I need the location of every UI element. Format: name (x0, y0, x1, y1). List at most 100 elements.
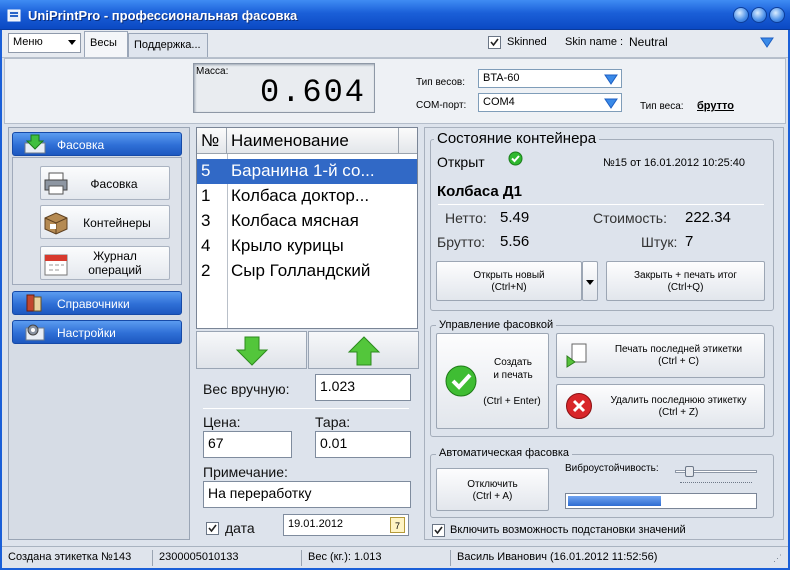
scale-type-value: BTA-60 (483, 72, 520, 84)
minimize-button[interactable] (733, 7, 749, 23)
settings-icon (25, 324, 45, 341)
skinned-checkbox[interactable] (488, 36, 501, 49)
manual-weight-input[interactable]: 1.023 (315, 374, 411, 401)
date-picker[interactable]: 19.01.2012 7 (283, 514, 409, 536)
slider-ticks (680, 482, 752, 485)
move-up-button[interactable] (308, 331, 419, 369)
button-label: Печать последней этикетки (614, 344, 743, 355)
create-print-button[interactable]: Создать и печать (Ctrl + Enter) (436, 333, 549, 429)
scale-type-select[interactable]: BTA-60 (478, 69, 622, 88)
ok-icon (445, 365, 477, 397)
sidebar-group-packing[interactable]: Фасовка (12, 132, 182, 156)
app-icon (7, 9, 21, 22)
menu-dropdown[interactable]: Меню (8, 33, 81, 53)
status-weight: Вес (кг.): 1.013 (308, 551, 382, 563)
calendar-icon[interactable]: 7 (390, 517, 405, 533)
enable-substitution-label: Включить возможность подстановки значени… (450, 524, 686, 536)
date-label: дата (225, 520, 255, 536)
button-label: и печать (493, 370, 533, 381)
window-title: UniPrintPro - профессиональная фасовка (28, 8, 298, 23)
arrow-down-icon (235, 336, 269, 366)
menu-label: Меню (13, 36, 43, 48)
label-print-icon (566, 343, 587, 368)
note-label: Примечание: (203, 464, 288, 480)
table-row[interactable]: 5 Баранина 1-й со... (197, 159, 417, 184)
sidebar-item-packing[interactable]: Фасовка (40, 166, 170, 200)
print-last-label-button[interactable]: Печать последней этикетки (Ctrl + C) (556, 333, 765, 378)
button-shortcut: (Ctrl + Enter) (483, 396, 541, 407)
com-port-select[interactable]: COM4 (478, 93, 622, 112)
weight-type-link[interactable]: брутто (697, 100, 734, 112)
vibration-label: Виброустойчивость: (565, 463, 659, 474)
status-barcode: 2300005010133 (159, 551, 239, 563)
delete-last-label-button[interactable]: Удалить последнюю этикетку (Ctrl + Z) (556, 384, 765, 429)
column-header-spacer (399, 128, 417, 154)
calendar-icon-day: 7 (394, 521, 400, 531)
row-number: 5 (201, 161, 211, 180)
container-number-info: №15 от 16.01.2012 10:25:40 (603, 157, 745, 169)
table-row[interactable]: 3 Колбаса мясная (197, 209, 417, 234)
sidebar-group-references[interactable]: Справочники (12, 291, 182, 315)
check-icon (208, 524, 217, 533)
vibration-slider[interactable] (675, 466, 757, 477)
table-row[interactable]: 1 Колбаса доктор... (197, 184, 417, 209)
sidebar-item-label: операций (88, 263, 142, 277)
row-number: 4 (201, 236, 211, 255)
sidebar-item-journal[interactable]: Журнал операций (40, 246, 170, 280)
gross-value: 5.56 (500, 233, 530, 250)
row-name: Колбаса доктор... (231, 186, 370, 205)
status-divider (152, 550, 153, 566)
sidebar-item-containers[interactable]: Контейнеры (40, 205, 170, 239)
button-label: Удалить последнюю этикетку (610, 395, 747, 406)
cost-label: Стоимость: (593, 210, 667, 226)
button-label: Создать (493, 357, 532, 368)
column-header-name[interactable]: Наименование (227, 128, 399, 154)
table-row[interactable]: 2 Сыр Голландский (197, 259, 417, 284)
books-icon (26, 294, 42, 312)
row-number: 3 (201, 211, 211, 230)
button-shortcut: (Ctrl + C) (658, 356, 699, 367)
date-checkbox[interactable] (206, 522, 219, 535)
row-name: Колбаса мясная (231, 211, 359, 230)
table-row[interactable]: 4 Крыло курицы (197, 234, 417, 259)
check-icon (434, 526, 443, 535)
manual-weight-label: Вес вручную: (203, 381, 290, 397)
price-input[interactable]: 67 (203, 431, 292, 458)
com-port-label: COM-порт: (416, 100, 467, 111)
close-button[interactable] (769, 7, 785, 23)
maximize-button[interactable] (751, 7, 767, 23)
container-status-title: Состояние контейнера (434, 130, 600, 147)
scale-panel (4, 58, 786, 124)
open-new-button[interactable]: Открыть новый (Ctrl+N) (436, 261, 582, 301)
resize-grip-icon[interactable]: ⋰ (773, 553, 782, 564)
printer-icon (44, 172, 68, 195)
enable-substitution-checkbox[interactable] (432, 524, 445, 537)
move-down-button[interactable] (196, 331, 307, 369)
count-value: 7 (685, 233, 694, 250)
skin-name-value: Neutral (629, 35, 668, 49)
status-bar: Создана этикетка №143 2300005010133 Вес … (2, 546, 788, 568)
cost-value: 222.34 (685, 209, 731, 226)
count-label: Штук: (641, 234, 678, 250)
tab-scales[interactable]: Весы (84, 31, 128, 57)
tab-support[interactable]: Поддержка... (128, 33, 208, 57)
close-print-button[interactable]: Закрыть + печать итог (Ctrl+Q) (606, 261, 765, 301)
row-number: 2 (201, 261, 211, 280)
sidebar-group-settings[interactable]: Настройки (12, 320, 182, 344)
disable-auto-button[interactable]: Отключить (Ctrl + A) (436, 468, 549, 511)
open-new-dropdown-button[interactable] (582, 261, 598, 301)
tab-label: Поддержка... (134, 39, 201, 51)
tab-label: Весы (90, 37, 117, 49)
dropdown-arrow-icon (604, 74, 618, 85)
download-icon (24, 134, 46, 154)
calendar-icon (44, 254, 68, 276)
column-header-number[interactable]: № (197, 128, 227, 154)
gross-label: Брутто: (437, 234, 486, 250)
scale-type-label: Тип весов: (416, 77, 465, 88)
collapse-arrow-icon[interactable] (760, 37, 774, 48)
sidebar-group-label: Справочники (57, 297, 130, 311)
vibration-slider-thumb[interactable] (685, 466, 694, 477)
tare-input[interactable]: 0.01 (315, 431, 411, 458)
mass-value: 0.604 (259, 74, 366, 111)
note-input[interactable]: На переработку (203, 481, 411, 508)
